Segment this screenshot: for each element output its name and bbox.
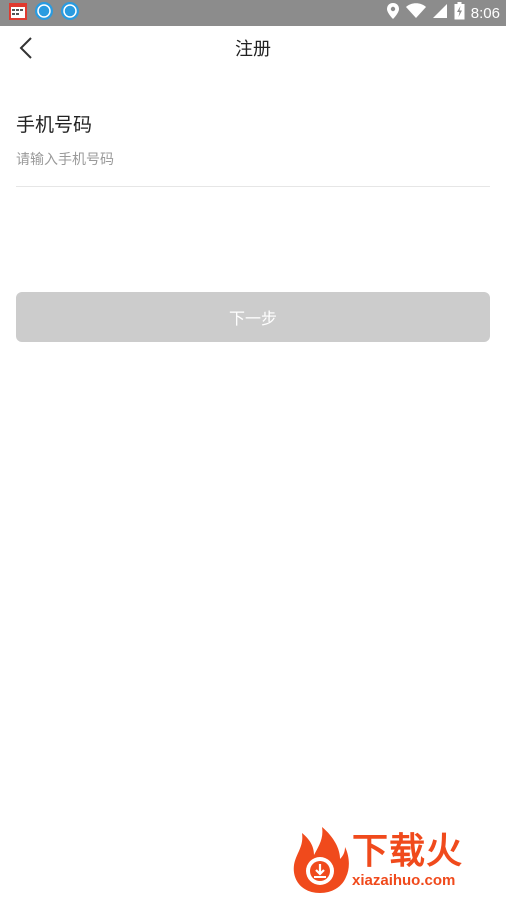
app-bar: 注册 — [0, 26, 506, 70]
watermark: 下载火 xiazaihuo.com — [290, 825, 500, 895]
app-icon-calendar — [8, 1, 28, 25]
phone-input[interactable] — [16, 144, 490, 176]
watermark-text: 下载火 xiazaihuo.com — [352, 830, 464, 889]
phone-input-underline — [16, 186, 490, 187]
status-bar-right: 8:06 — [386, 2, 506, 24]
watermark-en: xiazaihuo.com — [352, 871, 456, 889]
signal-icon — [432, 3, 448, 23]
phone-label: 手机号码 — [16, 114, 93, 136]
status-bar-left — [0, 1, 80, 25]
next-step-button[interactable]: 下一步 — [16, 292, 490, 342]
status-time: 8:06 — [470, 4, 500, 22]
location-icon — [386, 2, 400, 24]
watermark-cn: 下载火 — [352, 830, 464, 872]
back-button[interactable] — [10, 32, 42, 64]
page-title: 注册 — [235, 39, 271, 60]
app-icon-fox-1 — [34, 1, 54, 25]
wifi-icon — [405, 3, 426, 23]
app-icon-fox-2 — [60, 1, 80, 25]
battery-charging-icon — [454, 2, 465, 24]
flame-logo-icon — [293, 827, 349, 893]
chevron-left-icon — [19, 37, 32, 59]
status-bar: 8:06 — [0, 0, 506, 26]
